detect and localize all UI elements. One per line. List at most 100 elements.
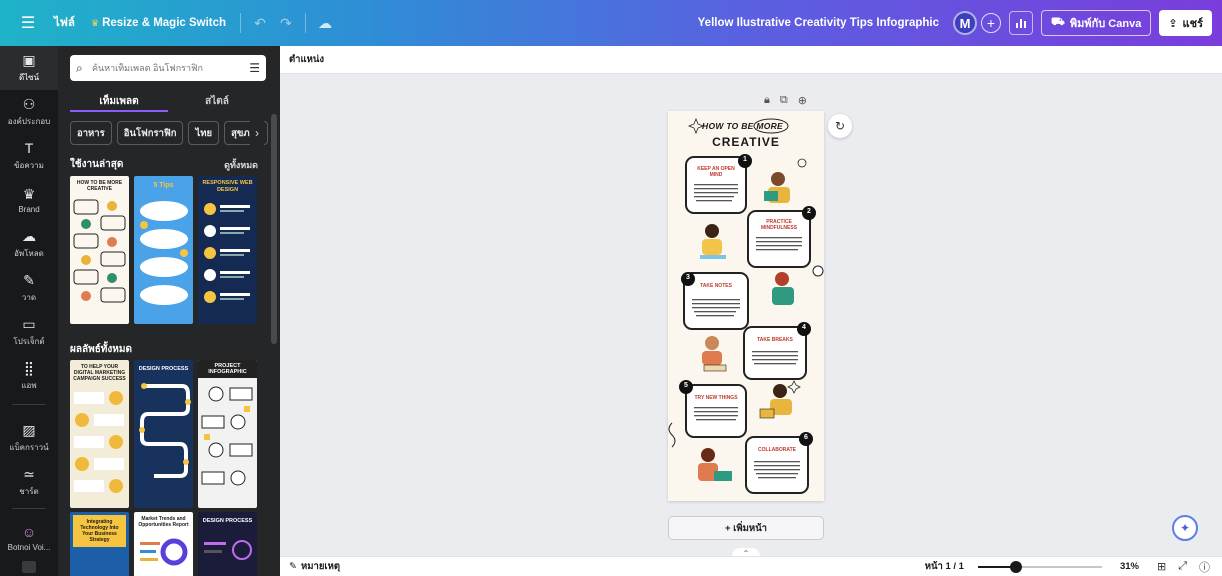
tip-title[interactable]: TRY NEW THINGS xyxy=(692,395,740,401)
brand-icon: ♛ xyxy=(22,185,36,202)
redo-icon[interactable]: ↷ xyxy=(273,10,299,36)
position-button[interactable]: ตำแหน่ง xyxy=(289,52,324,67)
resize-button[interactable]: ♛ Resize & Magic Switch xyxy=(83,11,234,35)
rail-item-label: แบ็คกราวน์ xyxy=(9,443,49,452)
layout-icon: ▣ xyxy=(22,51,36,68)
rail-item-label: ดีไซน์ xyxy=(18,73,40,82)
tip-title[interactable]: TAKE BREAKS xyxy=(750,337,800,343)
rail-item-label: Brand xyxy=(18,205,40,214)
grid-view-icon[interactable]: ⊞ xyxy=(1157,560,1166,573)
rail-item-projects[interactable]: ▭ โปรเจ็กต์ xyxy=(0,310,58,354)
chip-infographic[interactable]: อินโฟกราฟิก xyxy=(116,121,184,145)
tab-templates[interactable]: เท็มเพลต xyxy=(70,90,168,112)
template-thumbnail-title: RESPONSIVE WEB DESIGN xyxy=(202,180,253,193)
text-icon: T xyxy=(24,140,34,156)
infographic-title-line2[interactable]: CREATIVE xyxy=(668,135,824,149)
design-page[interactable]: HOW TO BE MORE CREATIVE KEEP AN OPEN MIN… xyxy=(668,111,824,501)
chart-icon: ≃ xyxy=(23,465,35,482)
tip-title[interactable]: TAKE NOTES xyxy=(690,283,742,289)
template-thumbnail[interactable]: RESPONSIVE WEB DESIGN xyxy=(198,176,257,324)
refresh-icon[interactable]: ↻ xyxy=(828,114,852,138)
zoom-percentage[interactable]: 31% xyxy=(1120,561,1139,572)
rail-item-brand[interactable]: ♛ Brand xyxy=(0,178,58,222)
add-page-icon[interactable]: ⊕ xyxy=(798,94,807,107)
bar-chart-icon[interactable] xyxy=(1009,11,1033,35)
template-thumbnail-title: DESIGN PROCESS xyxy=(202,518,253,524)
tip-title[interactable]: KEEP AN OPEN MIND xyxy=(692,166,740,178)
recent-section-title: ใช้งานล่าสุด xyxy=(70,159,124,170)
template-thumbnail[interactable]: TO HELP YOUR DIGITAL MARKETING CAMPAIGN … xyxy=(70,360,129,508)
filter-icon[interactable]: ☰ xyxy=(249,61,260,75)
lock-icon[interactable]: 🔒︎ xyxy=(764,94,770,107)
panel-tabs: เท็มเพลต สไตล์ xyxy=(70,90,266,112)
category-chips: อาหาร อินโฟกราฟิก ไทย สุขภาพ xyxy=(70,121,270,145)
rail-item-more[interactable] xyxy=(0,558,58,576)
file-menu-button[interactable]: ไฟล์ xyxy=(46,8,83,38)
panel-scrollbar[interactable] xyxy=(271,114,277,344)
template-thumbnail[interactable]: DESIGN PROCESS xyxy=(198,512,257,576)
magic-sparkle-icon[interactable]: ✦ xyxy=(1172,515,1198,541)
print-with-canva-button[interactable]: ⛟ พิมพ์กับ Canva xyxy=(1041,10,1152,36)
tip-title[interactable]: PRACTICE MINDFULNESS xyxy=(754,219,804,231)
search-box[interactable]: ⌕ ☰ xyxy=(70,55,266,81)
document-title[interactable]: Yellow Ilustrative Creativity Tips Infog… xyxy=(698,17,939,29)
template-thumbnail[interactable]: DESIGN PROCESS xyxy=(134,360,193,508)
share-button[interactable]: ⇪ แชร์ xyxy=(1159,10,1212,36)
rail-item-text[interactable]: T ข้อความ xyxy=(0,134,58,178)
thumbnail-preview xyxy=(140,538,188,566)
canvas-area: 🔒︎ ⧉ ⊕ HOW TO BE MORE CREATIVE KEEP AN O… xyxy=(280,74,1222,558)
help-icon[interactable]: ⓘ xyxy=(1199,559,1210,575)
divider xyxy=(305,13,307,33)
thumbnail-preview xyxy=(140,201,188,305)
rail-item-apps[interactable]: ⣿ แอพ xyxy=(0,354,58,398)
botnoi-icon: ☺ xyxy=(21,524,37,540)
template-thumbnail[interactable]: Integrating Technology Into Your Busines… xyxy=(70,512,129,576)
notes-icon: ✎ xyxy=(289,561,297,572)
fullscreen-icon[interactable]: ⤢ xyxy=(1178,560,1187,573)
truck-icon: ⛟ xyxy=(1051,16,1065,28)
rail-item-label: ข้อความ xyxy=(14,161,44,170)
add-page-button[interactable]: + เพิ่มหน้า xyxy=(668,516,824,540)
template-thumbnail-title: DESIGN PROCESS xyxy=(138,366,189,372)
rail-item-label: ชาร์ต xyxy=(19,487,39,496)
infographic-title-line1[interactable]: HOW TO BE MORE xyxy=(702,121,783,131)
zoom-slider[interactable] xyxy=(977,560,1102,573)
template-thumbnail-title: TO HELP YOUR DIGITAL MARKETING CAMPAIGN … xyxy=(73,364,126,382)
rail-item-charts[interactable]: ≃ ชาร์ต xyxy=(0,460,58,504)
resize-button-label: Resize & Magic Switch xyxy=(102,17,227,29)
upload-icon: ☁ xyxy=(22,227,36,244)
rail-item-background[interactable]: ▨ แบ็คกราวน์ xyxy=(0,416,58,460)
rail-item-draw[interactable]: ✎ วาด xyxy=(0,266,58,310)
rail-item-elements[interactable]: ⚇ องค์ประกอบ xyxy=(0,90,58,134)
cloud-check-icon[interactable]: ☁ xyxy=(312,10,338,36)
avatar[interactable]: M xyxy=(953,11,977,35)
tip-number: 1 xyxy=(743,156,747,163)
chip-food[interactable]: อาหาร xyxy=(70,121,112,145)
rail-item-design[interactable]: ▣ ดีไซน์ xyxy=(0,46,58,90)
template-thumbnail[interactable]: Market Trends and Opportunities Report xyxy=(134,512,193,576)
duplicate-icon[interactable]: ⧉ xyxy=(780,94,788,107)
template-thumbnail[interactable]: HOW TO BE MORE CREATIVE xyxy=(70,176,129,324)
template-thumbnail[interactable]: PROJECT INFOGRAPHIC xyxy=(198,360,257,508)
rail-item-botnoi[interactable]: ☺ Botnoi Voi... xyxy=(0,516,58,560)
see-all-link[interactable]: ดูทั้งหมด xyxy=(224,158,258,172)
folder-icon: ▭ xyxy=(22,315,36,332)
menu-icon[interactable]: ☰ xyxy=(10,5,46,41)
tab-styles[interactable]: สไตล์ xyxy=(168,90,266,112)
notes-button[interactable]: ✎ หมายเหตุ xyxy=(289,559,340,574)
page-tools: 🔒︎ ⧉ ⊕ xyxy=(764,94,807,107)
template-thumbnail[interactable]: 5 Tips xyxy=(134,176,193,324)
rail-item-uploads[interactable]: ☁ อัพโหลด xyxy=(0,222,58,266)
tip-title[interactable]: COLLABORATE xyxy=(752,447,802,453)
page-indicator[interactable]: หน้า 1 / 1 xyxy=(925,559,964,574)
chip-thai[interactable]: ไทย xyxy=(188,121,220,145)
thumbnail-preview xyxy=(73,199,126,303)
search-input[interactable] xyxy=(92,63,250,73)
tip-number: 3 xyxy=(686,274,690,281)
zoom-slider-knob[interactable] xyxy=(1010,560,1023,573)
undo-icon[interactable]: ↶ xyxy=(247,10,273,36)
search-icon: ⌕ xyxy=(76,60,83,75)
shapes-icon: ⚇ xyxy=(22,95,36,112)
chevron-right-icon[interactable]: › xyxy=(250,121,264,145)
plus-icon[interactable]: + xyxy=(981,13,1001,33)
